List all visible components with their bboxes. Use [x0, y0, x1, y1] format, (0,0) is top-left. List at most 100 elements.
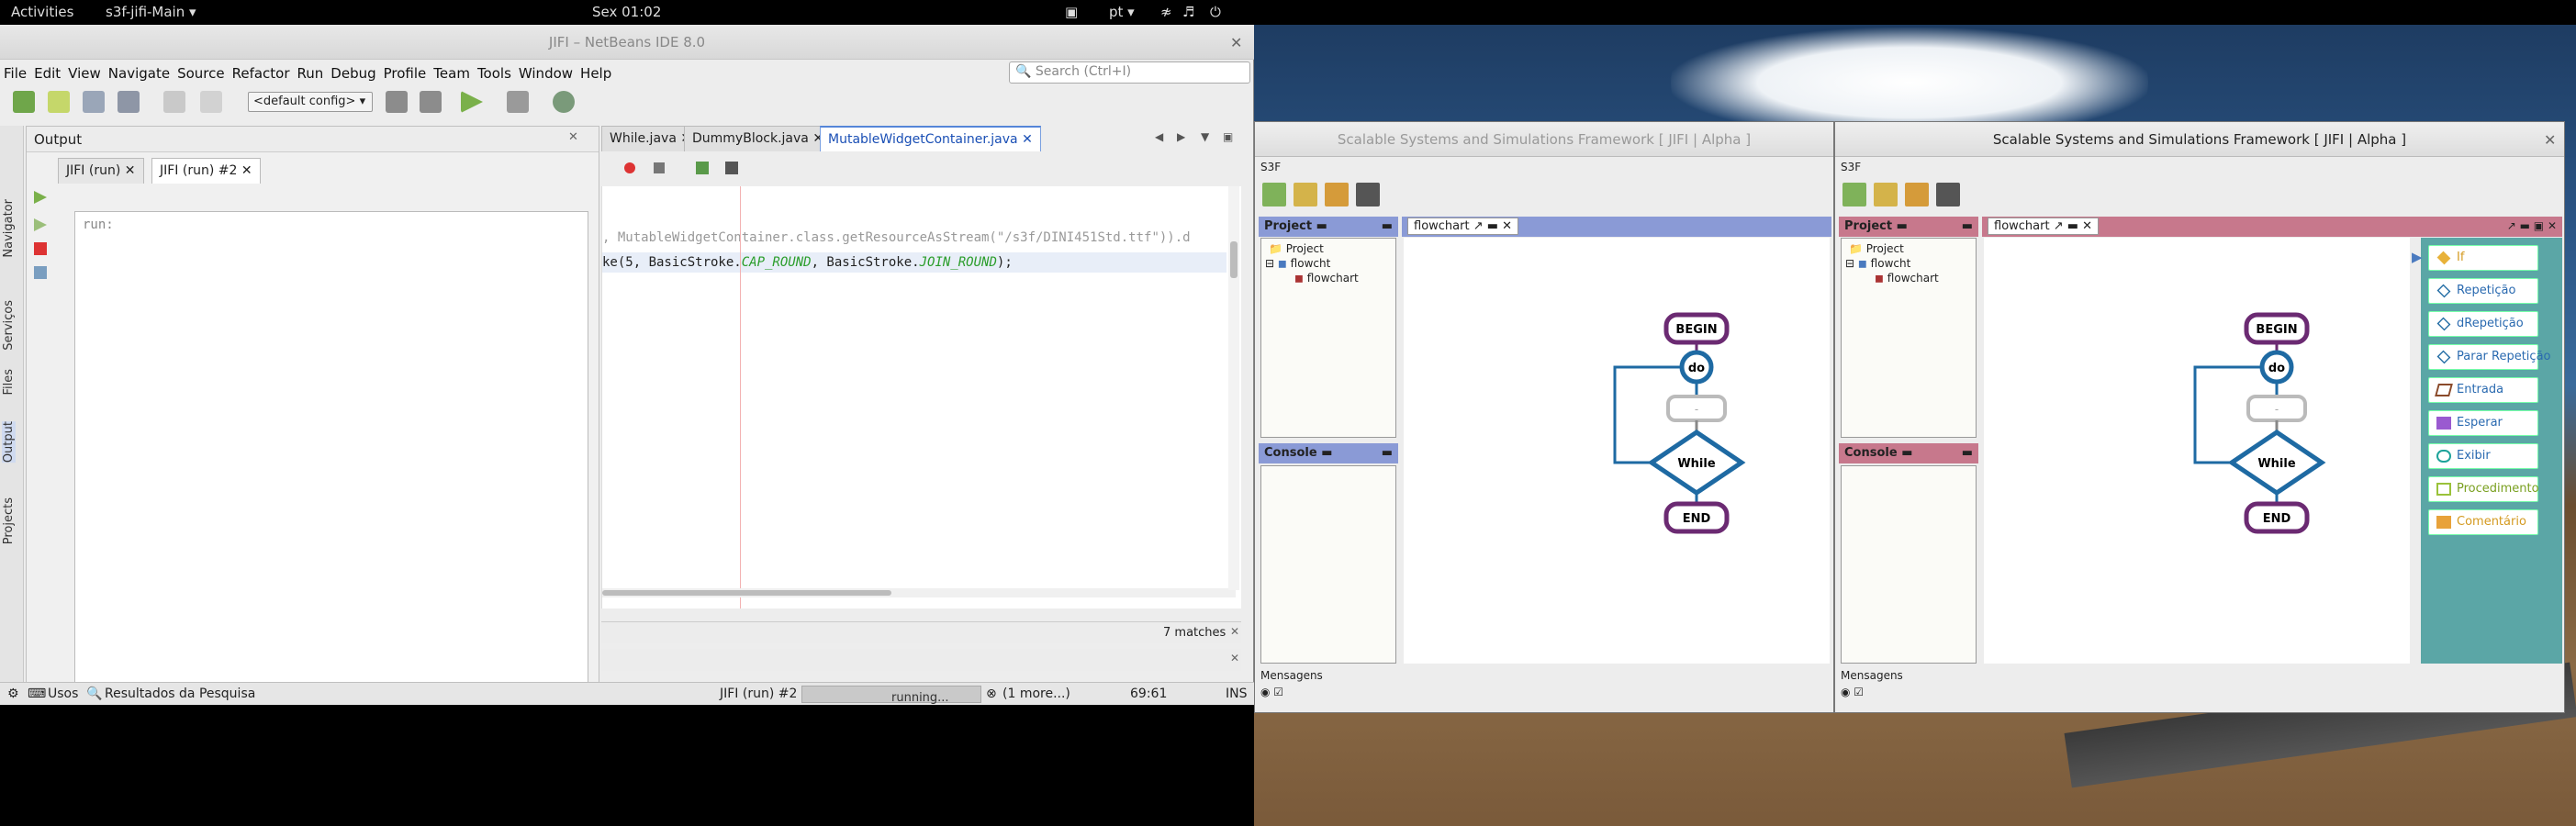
save-icon[interactable] [1936, 183, 1960, 206]
progress-bar[interactable]: running... [801, 686, 981, 705]
window-controls-icon[interactable]: ↗ ▬ ▣ ✕ [2507, 219, 2557, 232]
close-icon[interactable]: ✕ [568, 130, 578, 144]
search-input[interactable]: 🔍 Search (Ctrl+I) [1009, 61, 1250, 84]
open-folder-icon[interactable] [1874, 183, 1898, 206]
tree-root[interactable]: 📁 Project [1269, 242, 1324, 255]
search-icon[interactable]: 🔍 [86, 686, 102, 701]
breakpoint-icon[interactable] [624, 162, 635, 173]
clock[interactable]: Sex 01:02 [592, 4, 661, 20]
palette-parar-repeticao[interactable]: Parar Repetição [2428, 344, 2550, 370]
canvas-tab[interactable]: flowchart ↗ ▬ ✕ [1407, 218, 1519, 235]
rerun-with-params-icon[interactable] [34, 218, 47, 231]
palette-comentario[interactable]: Comentário [2428, 509, 2538, 535]
side-tab-servicos[interactable]: Serviços [2, 300, 16, 351]
open-folder-icon[interactable] [1294, 183, 1317, 206]
save-icon[interactable] [1356, 183, 1380, 206]
scrollbar-thumb[interactable] [602, 590, 891, 596]
menu-team[interactable]: Team [430, 61, 474, 85]
palette-if[interactable]: If [2428, 245, 2538, 271]
notifications-icon[interactable]: ⚙ [7, 686, 19, 701]
new-file-icon[interactable] [48, 91, 70, 113]
minimize-icon[interactable]: ▬ [1382, 219, 1393, 233]
stop-icon[interactable] [34, 242, 47, 255]
console-output[interactable] [1260, 465, 1396, 664]
macro-icon[interactable] [725, 162, 738, 174]
diff-icon[interactable] [696, 162, 709, 174]
menu-window[interactable]: Window [515, 61, 577, 85]
menu-help[interactable]: Help [577, 61, 615, 85]
code-editor[interactable]: , MutableWidgetContainer.class.getResour… [601, 186, 1241, 608]
search-results-tab[interactable]: Resultados da Pesquisa [105, 686, 255, 701]
volume-icon[interactable]: ♬ [1182, 4, 1194, 20]
new-project-icon[interactable] [13, 91, 35, 113]
close-icon[interactable]: ✕ [1230, 652, 1239, 664]
menu-file[interactable]: File [0, 61, 30, 85]
minimize-icon[interactable]: ▬ [1382, 446, 1393, 460]
menu-refactor[interactable]: Refactor [229, 61, 294, 85]
build-icon[interactable] [386, 91, 408, 113]
running-task-name[interactable]: JIFI (run) #2 [720, 686, 797, 701]
minimize-icon[interactable]: ▬ [1962, 446, 1973, 460]
palette-procedimento[interactable]: Procedimento [2428, 476, 2539, 502]
tree-flowchart[interactable]: ◼ flowchart [1875, 272, 1939, 285]
minimize-icon[interactable]: ▬ [1962, 219, 1973, 233]
palette-toggle-icon[interactable]: ▶ [2412, 249, 2423, 265]
vpn-icon[interactable]: ▣ [1065, 4, 1078, 20]
menu-s3f[interactable]: S3F [1841, 161, 1861, 173]
side-tab-projects[interactable]: Projects [2, 497, 16, 544]
app-menu[interactable]: s3f-jifi-Main ▾ [106, 4, 196, 20]
console-output[interactable] [1841, 465, 1977, 664]
messages-tab[interactable]: Mensagens [1841, 669, 1903, 682]
side-tab-files[interactable]: Files [2, 369, 16, 396]
more-tasks-link[interactable]: (1 more...) [1002, 686, 1070, 701]
scrollbar-thumb[interactable] [1230, 241, 1238, 278]
debug-icon[interactable] [507, 91, 529, 113]
menu-edit[interactable]: Edit [30, 61, 64, 85]
wifi-icon[interactable]: ≉ [1160, 4, 1172, 20]
menu-view[interactable]: View [64, 61, 105, 85]
tab-scroll-right-icon[interactable]: ▶ [1177, 130, 1185, 143]
close-icon[interactable]: ✕ [1022, 132, 1033, 147]
new-file-icon[interactable] [1842, 183, 1866, 206]
palette-esperar[interactable]: Esperar [2428, 410, 2538, 436]
horizontal-scrollbar[interactable] [602, 588, 1236, 597]
tab-scroll-left-icon[interactable]: ◀ [1155, 130, 1163, 143]
project-tree[interactable]: 📁 Project ⊟ ◼ flowcht ◼ flowchart [1260, 238, 1396, 438]
menu-debug[interactable]: Debug [327, 61, 379, 85]
close-icon[interactable]: ✕ [1230, 34, 1242, 51]
open-project-icon[interactable] [1325, 183, 1349, 206]
menu-source[interactable]: Source [174, 61, 229, 85]
messages-tab[interactable]: Mensagens [1260, 669, 1323, 682]
palette-exibir[interactable]: Exibir [2428, 443, 2538, 469]
output-tab-jifi-run[interactable]: JIFI (run) ✕ [58, 158, 144, 184]
flowchart-canvas[interactable]: BEGIN do - While END [1404, 238, 1830, 664]
editor-tab-mutablewidgetcontainer[interactable]: MutableWidgetContainer.java ✕ [820, 126, 1041, 151]
output-tab-jifi-run-2[interactable]: JIFI (run) #2 ✕ [151, 158, 261, 184]
palette-drepeticao[interactable]: dRepetição [2428, 311, 2538, 337]
tree-flowchart[interactable]: ◼ flowchart [1294, 272, 1359, 285]
palette-repeticao[interactable]: Repetição [2428, 278, 2538, 304]
menu-navigate[interactable]: Navigate [105, 61, 174, 85]
open-project-icon[interactable] [1905, 183, 1929, 206]
menu-s3f[interactable]: S3F [1260, 161, 1281, 173]
side-tab-output[interactable]: Output [2, 421, 16, 463]
editor-tab-dummyblock[interactable]: DummyBlock.java ✕ [684, 126, 833, 151]
palette-entrada[interactable]: Entrada [2428, 377, 2538, 403]
canvas-tab[interactable]: flowchart ↗ ▬ ✕ [1988, 218, 2100, 235]
undo-icon[interactable] [163, 91, 185, 113]
flowchart-canvas[interactable]: BEGIN do - While END [1984, 238, 2410, 664]
usages-icon[interactable]: ⌨ [28, 686, 46, 701]
power-icon[interactable]: ⏻ [1210, 4, 1221, 20]
cancel-task-icon[interactable]: ⊗ [986, 686, 997, 701]
tree-flowcht[interactable]: ⊟ ◼ flowcht [1265, 257, 1330, 270]
close-icon[interactable]: ✕ [125, 163, 136, 178]
new-file-icon[interactable] [1262, 183, 1286, 206]
menu-run[interactable]: Run [294, 61, 328, 85]
save-all-icon[interactable] [118, 91, 140, 113]
menu-profile[interactable]: Profile [380, 61, 431, 85]
stop-icon[interactable] [654, 162, 665, 173]
rerun-icon[interactable] [34, 191, 47, 204]
language-selector[interactable]: pt ▾ [1109, 4, 1135, 20]
redo-icon[interactable] [200, 91, 222, 113]
output-text-area[interactable]: run: [74, 211, 588, 688]
